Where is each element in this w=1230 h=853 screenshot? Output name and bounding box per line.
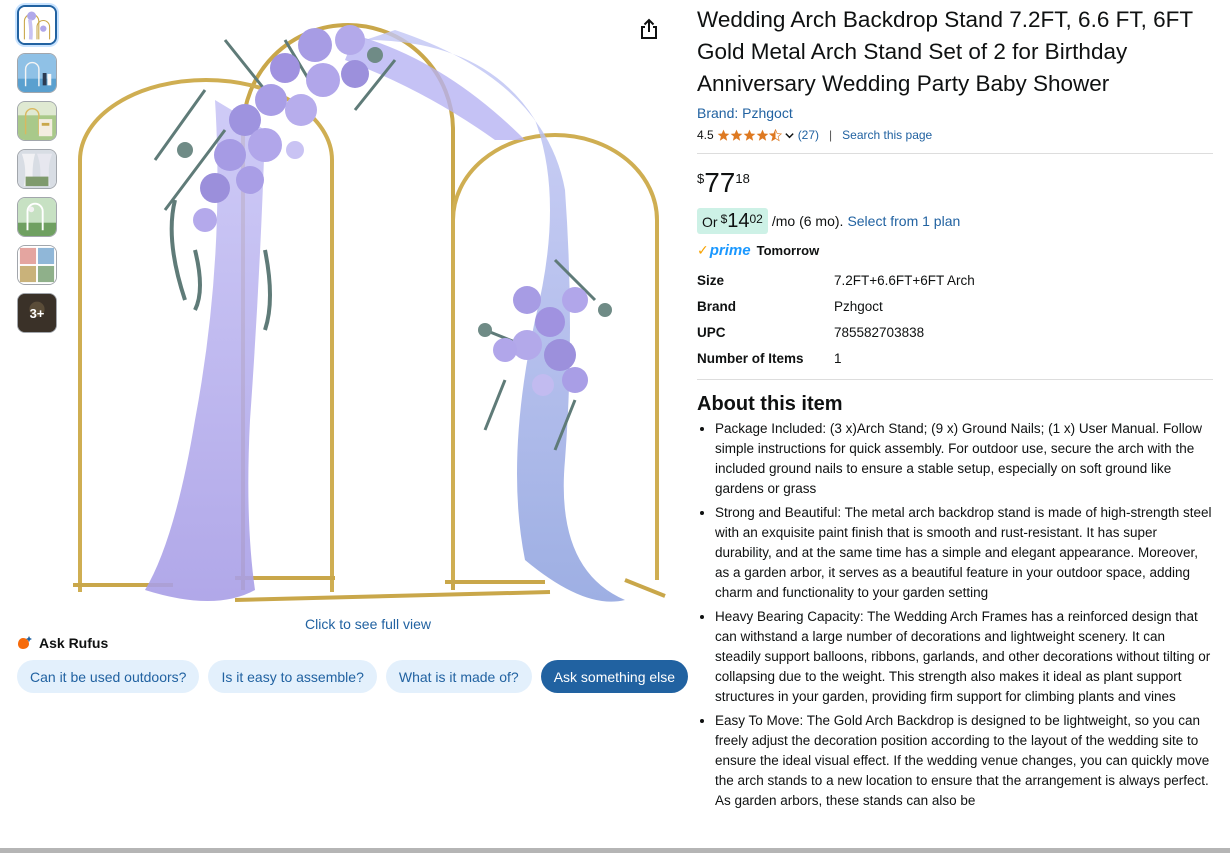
about-bullets: Package Included: (3 x)Arch Stand; (9 x)…	[697, 419, 1213, 811]
thumbnail-curtain[interactable]	[17, 149, 57, 189]
thumbnail-more-label: 3+	[18, 294, 56, 332]
chevron-down-icon[interactable]	[784, 130, 795, 141]
price-symbol: $	[697, 171, 705, 186]
rufus-ask-button[interactable]: Ask something else	[540, 660, 689, 693]
rufus-chip-outdoors[interactable]: Can it be used outdoors?	[17, 660, 200, 693]
horizontal-scrollbar[interactable]	[0, 848, 1230, 853]
star-icon	[743, 129, 756, 141]
spec-row-size: Size 7.2FT+6.6FT+6FT Arch	[697, 267, 1213, 293]
thumbnail-list: 3+	[17, 5, 57, 341]
select-plan-link[interactable]: Select from 1 plan	[847, 213, 960, 229]
rufus-suggestions: Can it be used outdoors? Is it easy to a…	[17, 660, 689, 693]
prime-check-icon: ✓	[697, 241, 709, 258]
review-count-link[interactable]: (27)	[798, 128, 819, 142]
price-fraction: 18	[735, 171, 750, 186]
spec-key: Size	[697, 272, 725, 288]
thumbnail-garden-setup[interactable]	[17, 101, 57, 141]
monthly-price-badge: Or $ 14 02	[697, 208, 768, 234]
spec-row-upc: UPC 785582703838	[697, 319, 1213, 345]
rating-row: 4.5 (27) | Search this page	[697, 125, 1213, 145]
rufus-chip-assemble[interactable]: Is it easy to assemble?	[208, 660, 377, 693]
spec-value: 7.2FT+6.6FT+6FT Arch	[834, 272, 975, 288]
rufus-heading: Ask Rufus	[17, 635, 108, 651]
rufus-chip-material[interactable]: What is it made of?	[385, 660, 532, 693]
divider	[697, 379, 1213, 380]
thumbnail-outdoor-arch[interactable]	[17, 197, 57, 237]
spec-row-items: Number of Items 1	[697, 345, 1213, 371]
share-icon[interactable]	[637, 17, 661, 41]
rating-value: 4.5	[697, 128, 714, 142]
product-details: Wedding Arch Backdrop Stand 7.2FT, 6.6 F…	[697, 4, 1213, 815]
separator: |	[829, 128, 833, 142]
star-half-icon	[768, 128, 782, 141]
brand-link[interactable]: Brand: Pzhgoct	[697, 103, 793, 123]
thumbnail-more[interactable]: 3+	[17, 293, 57, 333]
thumbnail-arch-main[interactable]	[17, 5, 57, 45]
product-title: Wedding Arch Backdrop Stand 7.2FT, 6.6 F…	[697, 7, 1193, 96]
monthly-whole: 14	[727, 210, 750, 232]
about-bullet: Heavy Bearing Capacity: The Wedding Arch…	[715, 607, 1213, 707]
spec-key: Number of Items	[697, 350, 804, 366]
about-heading: About this item	[697, 393, 843, 415]
thumbnail-collage[interactable]	[17, 245, 57, 285]
rufus-icon	[18, 636, 32, 649]
star-icon	[717, 129, 730, 141]
product-specs: Size 7.2FT+6.6FT+6FT Arch Brand Pzhgoct …	[697, 267, 1213, 371]
about-bullet: Easy To Move: The Gold Arch Backdrop is …	[715, 711, 1213, 811]
monthly-or: Or	[702, 214, 718, 230]
about-bullet: Package Included: (3 x)Arch Stand; (9 x)…	[715, 419, 1213, 499]
star-icon	[730, 129, 743, 141]
spec-value: 1	[834, 350, 842, 366]
delivery-day: Tomorrow	[756, 242, 820, 258]
spec-key: Brand	[697, 298, 737, 314]
monthly-symbol: $	[720, 212, 728, 226]
prime-delivery: ✓ prime Tomorrow	[697, 239, 1213, 261]
rufus-title: Ask Rufus	[39, 635, 109, 651]
star-rating[interactable]	[717, 128, 782, 142]
monthly-plan-row: Or $ 14 02 /mo (6 mo). Select from 1 pla…	[697, 207, 1213, 235]
about-bullet: Strong and Beautiful: The metal arch bac…	[715, 503, 1213, 603]
spec-value: 785582703838	[834, 324, 925, 340]
spec-key: UPC	[697, 324, 726, 340]
main-product-image[interactable]	[65, 0, 675, 612]
star-icon	[756, 129, 769, 141]
monthly-fraction: 02	[749, 212, 763, 226]
monthly-term: /mo (6 mo).	[771, 213, 844, 229]
flower-cluster-top	[153, 25, 397, 331]
thumbnail-couple-beach[interactable]	[17, 53, 57, 93]
full-view-link[interactable]: Click to see full view	[305, 616, 431, 632]
divider	[697, 153, 1213, 154]
price: $ 77 18	[697, 165, 1213, 201]
spec-row-brand: Brand Pzhgoct	[697, 293, 1213, 319]
spec-value: Pzhgoct	[834, 298, 883, 314]
prime-logo: prime	[709, 241, 751, 259]
price-whole: 77	[704, 167, 736, 198]
search-page-link[interactable]: Search this page	[842, 128, 932, 142]
